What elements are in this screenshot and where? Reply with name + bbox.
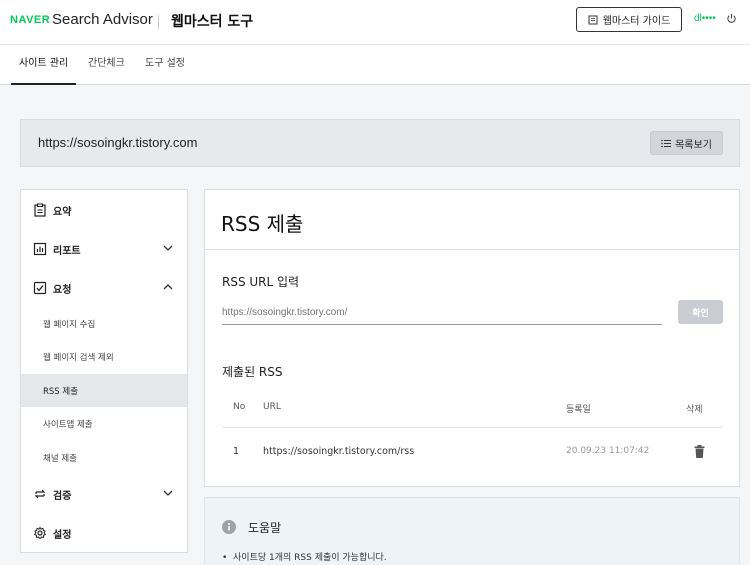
help-panel: 도움말 • 사이트당 1개의 RSS 제출이 가능합니다. <box>204 497 740 565</box>
sidebar: 요약 리포트 요청 웹 페이지 수집 웹 페이지 검색 제외 RSS 제출 사이… <box>20 189 188 553</box>
sidebar-item-settings[interactable]: 설정 <box>21 515 187 551</box>
trash-icon[interactable] <box>694 445 705 458</box>
table-header-delete: 삭제 <box>686 405 703 415</box>
sidebar-subitem-webpage-exclude[interactable]: 웹 페이지 검색 제외 <box>21 340 187 373</box>
sidebar-item-label: 요청 <box>53 284 72 296</box>
sidebar-item-label: 설정 <box>53 529 72 541</box>
list-icon <box>661 139 672 147</box>
title-divider <box>205 249 739 250</box>
row-no: 1 <box>233 446 240 457</box>
main-tabs: 사이트 관리 간단체크 도구 설정 <box>0 45 750 85</box>
checkbox-icon <box>33 281 47 295</box>
sidebar-item-report[interactable]: 리포트 <box>21 231 187 267</box>
chevron-up-icon[interactable] <box>163 283 173 291</box>
tab-simple-check[interactable]: 간단체크 <box>80 45 133 85</box>
search-advisor-brand[interactable]: Search Advisor <box>52 11 153 28</box>
help-bullet-text: 사이트당 1개의 RSS 제출이 가능합니다. <box>233 553 387 563</box>
swap-icon <box>34 489 46 499</box>
confirm-button[interactable]: 확인 <box>678 300 723 324</box>
sidebar-item-verify[interactable]: 검증 <box>21 476 187 512</box>
site-url: https://sosoingkr.tistory.com <box>38 135 198 150</box>
clipboard-icon <box>34 203 46 217</box>
row-date: 20.09.23 11:07:42 <box>566 446 650 456</box>
rss-submit-panel: RSS 제출 RSS URL 입력 확인 제출된 RSS No URL 등록일 … <box>204 189 740 487</box>
webmaster-guide-button[interactable]: 웹마스터 가이드 <box>576 7 682 32</box>
sidebar-item-label: 리포트 <box>53 245 81 257</box>
sidebar-subitem-channel-submit[interactable]: 채널 제출 <box>21 441 187 474</box>
site-bar: https://sosoingkr.tistory.com 목록보기 <box>20 119 740 167</box>
list-button-label: 목록보기 <box>675 139 712 151</box>
page-title: RSS 제출 <box>221 212 304 236</box>
user-name[interactable]: dl•••• <box>694 13 716 24</box>
header-separator <box>158 15 159 29</box>
power-icon[interactable] <box>726 13 737 24</box>
table-header-url: URL <box>263 402 281 412</box>
bar-chart-icon <box>33 242 47 256</box>
product-title[interactable]: 웹마스터 도구 <box>171 11 253 31</box>
table-header-divider <box>222 427 723 428</box>
guide-button-label: 웹마스터 가이드 <box>602 16 671 27</box>
help-bullet: • 사이트당 1개의 RSS 제출이 가능합니다. <box>222 553 387 563</box>
list-view-button[interactable]: 목록보기 <box>650 131 723 155</box>
top-header: NAVER Search Advisor 웹마스터 도구 웹마스터 가이드 dl… <box>0 0 750 45</box>
rss-url-input-label: RSS URL 입력 <box>222 275 300 289</box>
info-icon <box>222 520 236 534</box>
table-header-no: No <box>233 402 246 412</box>
help-title: 도움말 <box>248 521 282 535</box>
chevron-down-icon[interactable] <box>163 489 173 497</box>
sidebar-subitem-webpage-collect[interactable]: 웹 페이지 수집 <box>21 307 187 340</box>
sidebar-item-label: 검증 <box>53 490 72 502</box>
submitted-rss-title: 제출된 RSS <box>222 365 283 379</box>
sidebar-item-label: 요약 <box>53 206 72 218</box>
rss-url-input[interactable] <box>222 301 662 325</box>
book-icon <box>588 15 598 24</box>
tab-site-management[interactable]: 사이트 관리 <box>11 45 77 85</box>
naver-logo[interactable]: NAVER <box>10 14 50 26</box>
chevron-down-icon[interactable] <box>163 244 173 252</box>
gear-icon <box>33 526 47 540</box>
sidebar-subitem-rss-submit[interactable]: RSS 제출 <box>21 374 187 407</box>
tab-tool-settings[interactable]: 도구 설정 <box>137 45 193 85</box>
row-url: https://sosoingkr.tistory.com/rss <box>263 446 415 457</box>
table-header-date: 등록일 <box>566 405 591 415</box>
sidebar-item-summary[interactable]: 요약 <box>21 192 187 228</box>
sidebar-item-request[interactable]: 요청 <box>21 270 187 306</box>
sidebar-subitem-sitemap-submit[interactable]: 사이트맵 제출 <box>21 407 187 440</box>
